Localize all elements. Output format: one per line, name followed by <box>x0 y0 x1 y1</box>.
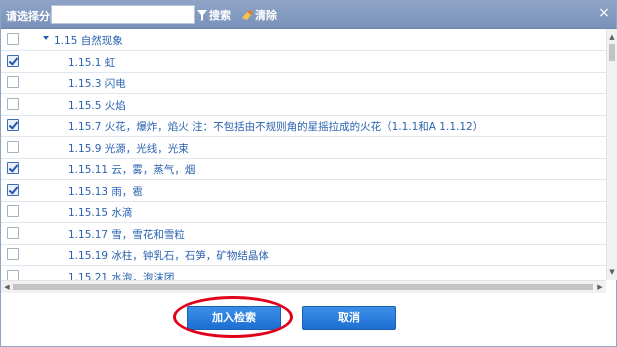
item-checkbox[interactable] <box>7 98 19 110</box>
scroll-left-icon[interactable]: ◀ <box>3 282 11 292</box>
item-label: 1.15.19 冰柱，钟乳石，石笋，矿物结晶体 <box>68 250 269 262</box>
item-checkbox[interactable] <box>7 55 19 67</box>
clear-button-label: 清除 <box>255 9 277 22</box>
item-label: 1.15.11 云，雾，蒸气，烟 <box>68 164 196 176</box>
tree-parent-checkbox[interactable] <box>7 33 19 45</box>
item-checkbox[interactable] <box>7 141 19 153</box>
item-label: 1.15.3 闪电 <box>68 78 126 90</box>
tree-parent-row[interactable]: 1.15 自然现象 <box>1 29 606 51</box>
eraser-icon <box>242 9 253 20</box>
vertical-scrollbar[interactable]: ▲ ▼ <box>606 29 617 280</box>
expand-triangle-icon[interactable] <box>43 36 49 40</box>
list-item[interactable]: 1.15.15 水滴 <box>1 201 606 223</box>
item-label: 1.15.21 水泡，泡沫团 <box>68 272 175 280</box>
add-to-search-button[interactable]: 加入检索 <box>187 306 281 330</box>
horizontal-scrollbar[interactable]: ◀ ▶ <box>1 280 606 293</box>
list-item[interactable]: 1.15.7 火花，爆炸，焰火 注：不包括由不规则角的星摇拉成的火花（1.1.1… <box>1 115 606 137</box>
item-checkbox[interactable] <box>7 248 19 260</box>
dialog-header: 请选择分类 搜索 清除 × <box>1 1 616 29</box>
item-label: 1.15.9 光源，光线，光束 <box>68 143 189 155</box>
tree-parent-label: 1.15 自然现象 <box>54 35 123 47</box>
item-checkbox[interactable] <box>7 162 19 174</box>
search-button[interactable]: 搜索 <box>197 7 231 23</box>
list-item[interactable]: 1.15.19 冰柱，钟乳石，石笋，矿物结晶体 <box>1 244 606 266</box>
list-item[interactable]: 1.15.21 水泡，泡沫团 <box>1 266 606 280</box>
item-checkbox[interactable] <box>7 184 19 196</box>
list-item[interactable]: 1.15.13 雨，雹 <box>1 180 606 202</box>
item-label: 1.15.15 水滴 <box>68 207 133 219</box>
list-item[interactable]: 1.15.3 闪电 <box>1 72 606 94</box>
filter-icon <box>197 9 207 21</box>
item-checkbox[interactable] <box>7 227 19 239</box>
item-checkbox[interactable] <box>7 270 19 280</box>
item-label: 1.15.5 火焰 <box>68 100 126 112</box>
list-item[interactable]: 1.15.5 火焰 <box>1 94 606 116</box>
scroll-right-icon[interactable]: ▶ <box>596 282 604 292</box>
list-item[interactable]: 1.15.1 虹 <box>1 51 606 73</box>
list-item[interactable]: 1.15.9 光源，光线，光束 <box>1 137 606 159</box>
category-tree-list: 1.15 自然现象 1.15.1 虹 1.15.3 闪电 1.15.5 火焰 1.15… <box>1 29 606 280</box>
scroll-down-icon[interactable]: ▼ <box>607 268 617 276</box>
clear-button[interactable]: 清除 <box>241 7 277 23</box>
horizontal-scroll-thumb[interactable] <box>13 284 593 290</box>
item-checkbox[interactable] <box>7 119 19 131</box>
cancel-button[interactable]: 取消 <box>302 306 396 330</box>
list-item[interactable]: 1.15.17 雪，雪花和雪粒 <box>1 223 606 245</box>
search-button-label: 搜索 <box>209 9 231 22</box>
vertical-scroll-thumb[interactable] <box>609 44 615 61</box>
scroll-up-icon[interactable]: ▲ <box>607 33 617 41</box>
item-label: 1.15.7 火花，爆炸，焰火 注：不包括由不规则角的星摇拉成的火花（1.1.1… <box>68 121 484 133</box>
item-checkbox[interactable] <box>7 205 19 217</box>
item-label: 1.15.17 雪，雪花和雪粒 <box>68 229 185 241</box>
category-search-input[interactable] <box>51 5 195 24</box>
category-select-dialog: 请选择分类 搜索 清除 × 1.15 自然现象 1.15.1 虹 1.15.3 闪… <box>0 0 617 347</box>
close-icon[interactable]: × <box>597 5 611 21</box>
item-checkbox[interactable] <box>7 76 19 88</box>
item-label: 1.15.1 虹 <box>68 57 116 69</box>
item-label: 1.15.13 雨，雹 <box>68 186 143 198</box>
list-item[interactable]: 1.15.11 云，雾，蒸气，烟 <box>1 158 606 180</box>
